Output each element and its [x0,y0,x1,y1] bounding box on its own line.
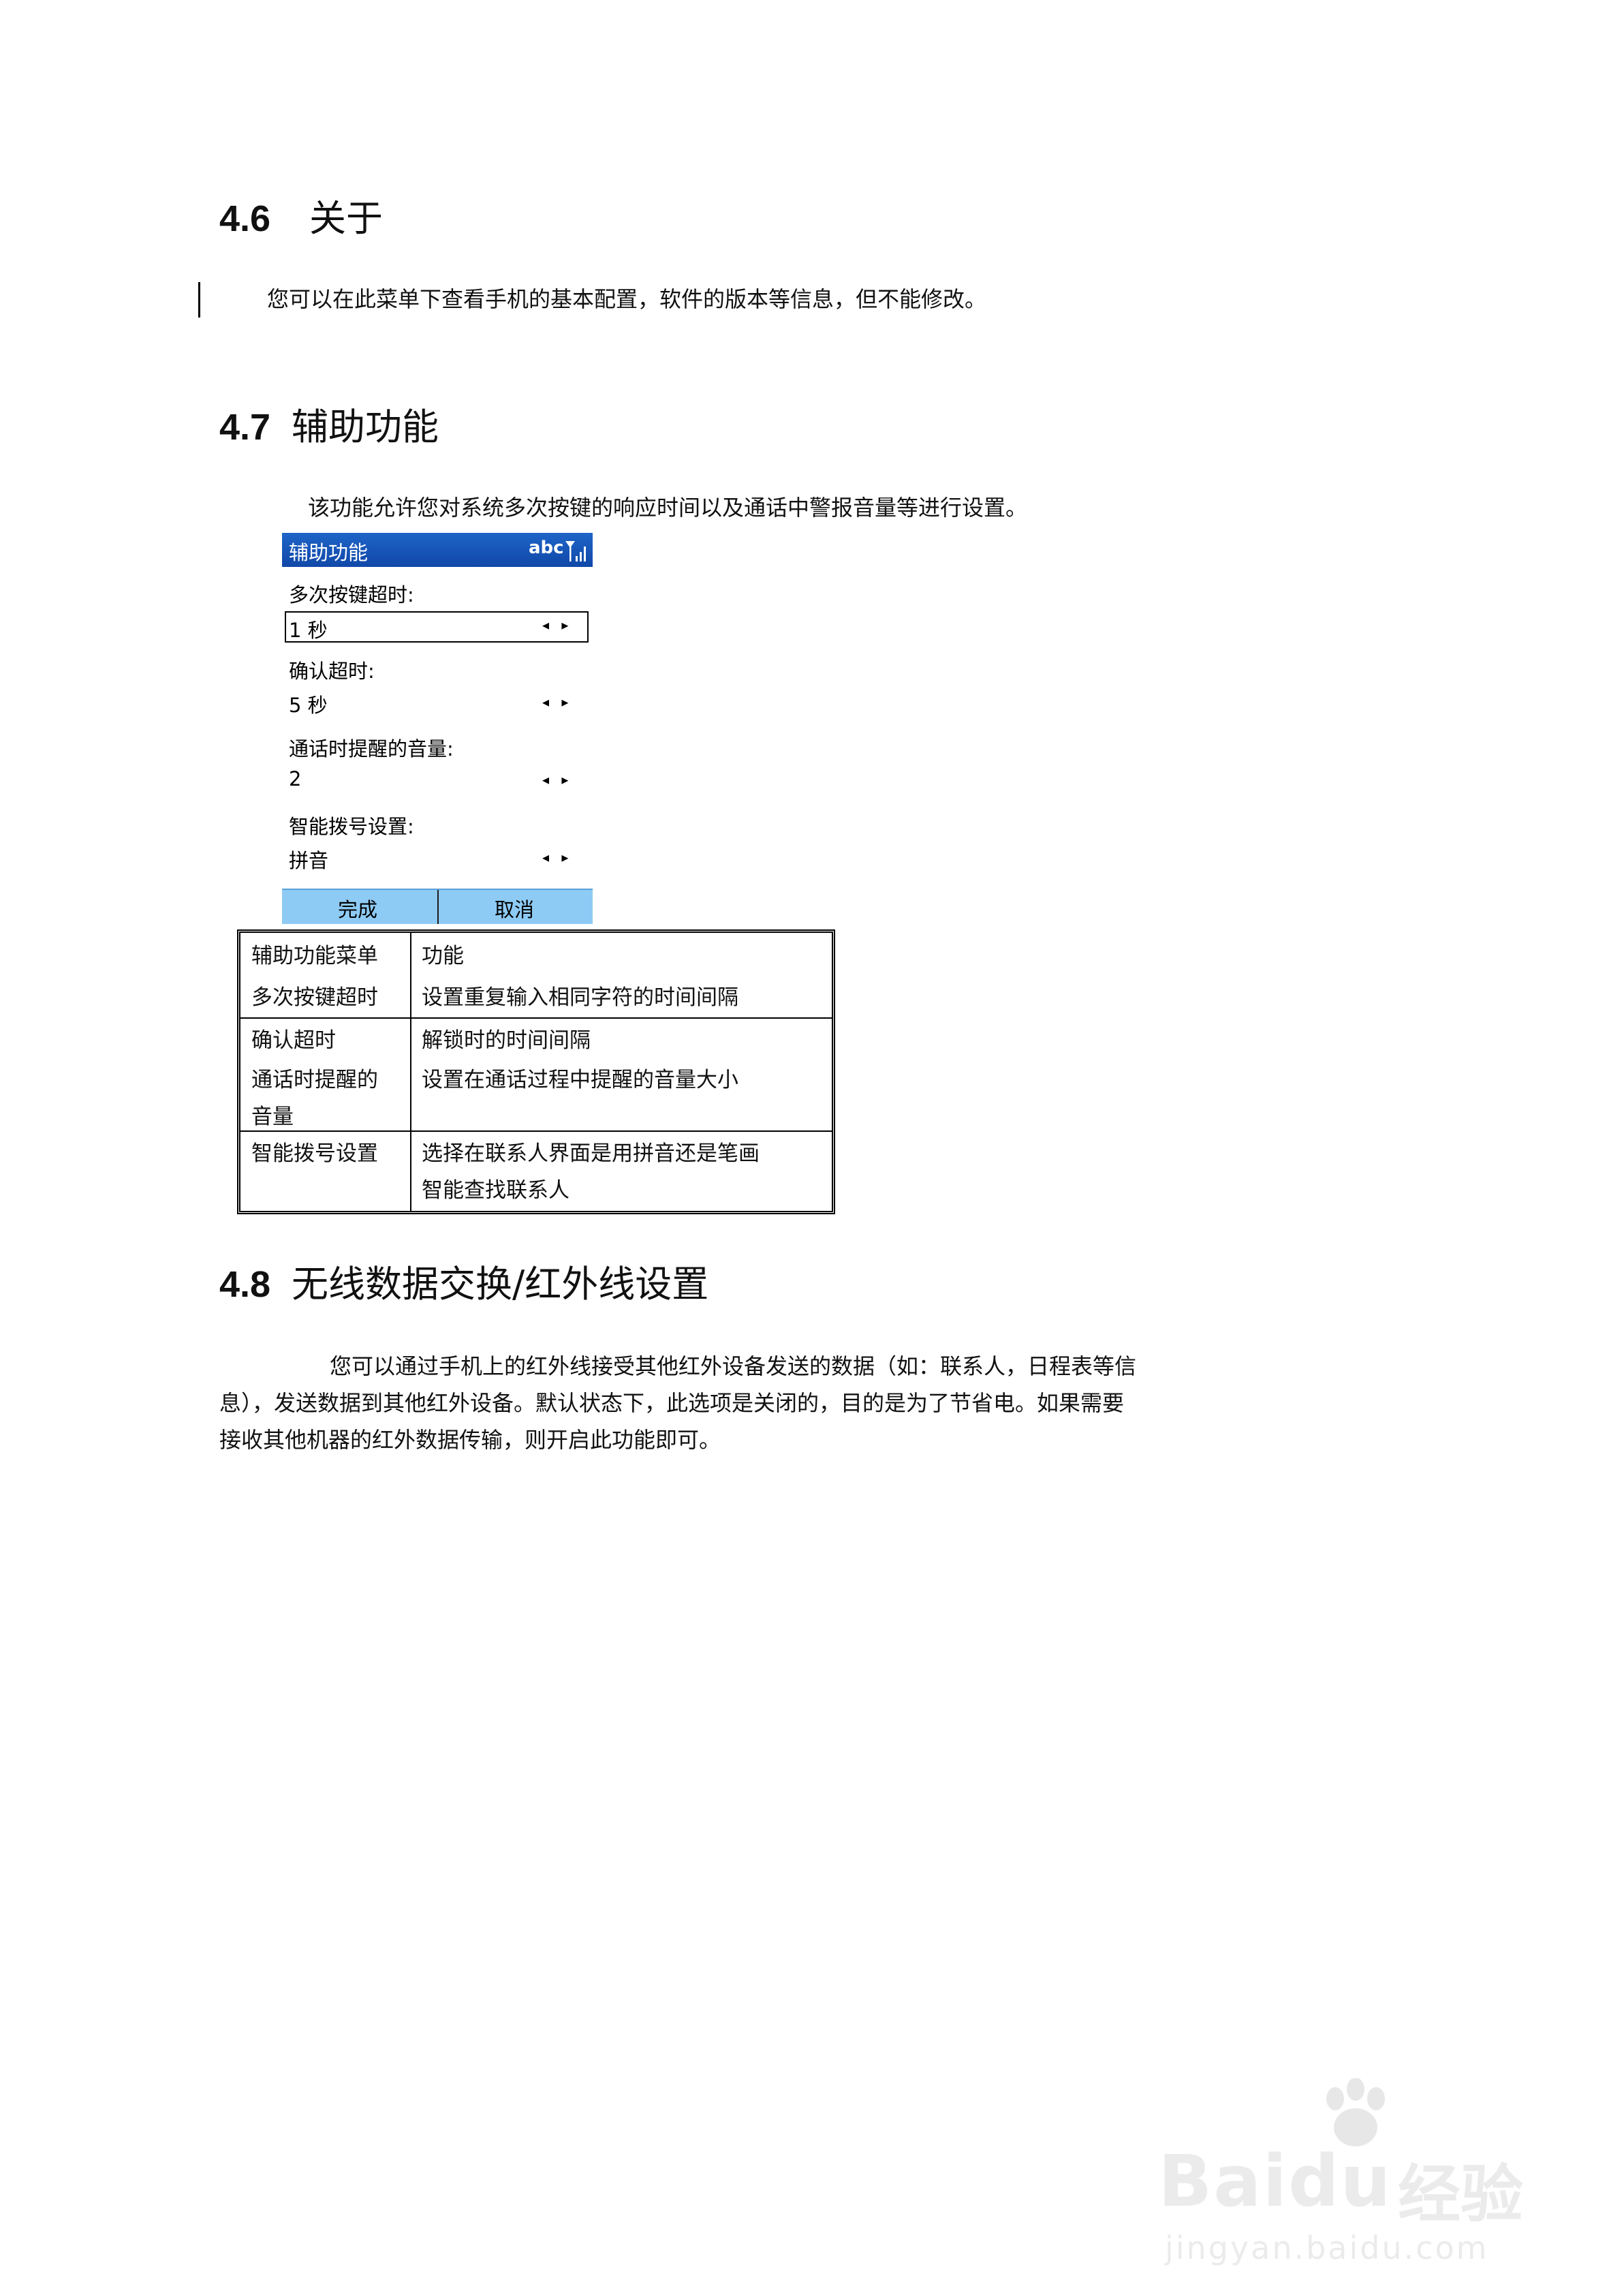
table-column-divider [410,933,411,1211]
field-label: 智能拨号设置: [289,815,414,838]
phone-title: 辅助功能 [289,541,369,564]
table-cell: 辅助功能菜单 [251,944,378,968]
smart-dial-select[interactable]: 拼音 [289,845,328,874]
field-label: 多次按键超时: [289,583,414,606]
table-cell: 智能拨号设置 [251,1141,378,1166]
table-cell: 智能查找联系人 [422,1178,569,1203]
table-cell: 多次按键超时 [251,985,378,1010]
watermark-cn: 经验 [1398,2158,1524,2231]
table-cell: 选择在联系人界面是用拼音还是笔画 [422,1141,760,1166]
about-paragraph: 您可以在此菜单下查看手机的基本配置，软件的版本等信息，但不能修改。 [267,286,987,312]
section-number: 4.7 [219,407,271,448]
left-right-arrows-icon[interactable]: ◂ ▸ [542,771,572,788]
table-cell: 功能 [422,944,464,968]
section-title: 无线数据交换/红外线设置 [292,1263,709,1306]
section-title: 关于 [309,197,383,240]
softkey-divider [437,890,439,924]
ir-paragraph-line: 接收其他机器的红外数据传输，则开启此功能即可。 [219,1427,721,1453]
revision-bar [198,282,200,318]
in-call-alert-volume-select[interactable]: 2 [289,767,301,790]
baidu-watermark: Baidu 经验 jingyan.baidu.com [1158,2078,1540,2269]
confirm-timeout-select[interactable]: 5 秒 [289,690,328,718]
phone-screenshot: 辅助功能 abc 多次按键超时: 1 秒 ◂ ▸ 确认超时: 5 秒 ◂ ▸ 通… [282,533,593,924]
field-label: 确认超时: [289,660,375,683]
left-right-arrows-icon[interactable]: ◂ ▸ [542,694,572,710]
table-row-divider [240,1130,832,1132]
input-mode-indicator: abc [529,538,564,558]
assist-intro-paragraph: 该功能允许您对系统多次按键的响应时间以及通话中警报音量等进行设置。 [308,495,1028,521]
ir-paragraph-line: 息），发送数据到其他红外设备。默认状态下，此选项是关闭的，目的是为了节省电。如果… [219,1390,1125,1416]
done-softkey[interactable]: 完成 [338,894,377,923]
table-cell: 设置重复输入相同字符的时间间隔 [422,985,738,1010]
phone-titlebar: 辅助功能 abc [282,533,593,567]
table-cell: 设置在通话过程中提醒的音量大小 [422,1068,738,1092]
field-label: 通话时提醒的音量: [289,737,454,760]
section-title: 辅助功能 [292,405,439,448]
section-heading-4-8: 4.8 无线数据交换/红外线设置 [219,1254,708,1308]
left-right-arrows-icon[interactable]: ◂ ▸ [542,849,572,865]
softkey-bar: 完成 取消 [282,889,593,924]
section-number: 4.8 [219,1264,271,1305]
signal-strength-icon [565,541,586,561]
table-cell: 音量 [251,1105,294,1129]
section-number: 4.6 [219,198,271,239]
section-heading-4-7: 4.7 辅助功能 [219,397,439,450]
cancel-softkey[interactable]: 取消 [495,894,534,923]
table-row-divider [240,1017,832,1019]
watermark-url: jingyan.baidu.com [1165,2230,1489,2266]
table-cell: 解锁时的时间间隔 [422,1028,591,1053]
table-cell: 通话时提醒的 [251,1068,378,1092]
field-value: 1 秒 [289,619,328,642]
left-right-arrows-icon[interactable]: ◂ ▸ [542,617,572,633]
ir-paragraph-line: 您可以通过手机上的红外线接受其他红外设备发送的数据（如：联系人，日程表等信 [330,1353,1137,1379]
table-cell: 确认超时 [251,1028,336,1053]
assist-function-table: 辅助功能菜单 多次按键超时 确认超时 通话时提醒的 音量 智能拨号设置 功能 设… [237,929,835,1214]
section-heading-4-6: 4.6 关于 [219,188,383,242]
watermark-brand: Baidu [1158,2140,1392,2223]
